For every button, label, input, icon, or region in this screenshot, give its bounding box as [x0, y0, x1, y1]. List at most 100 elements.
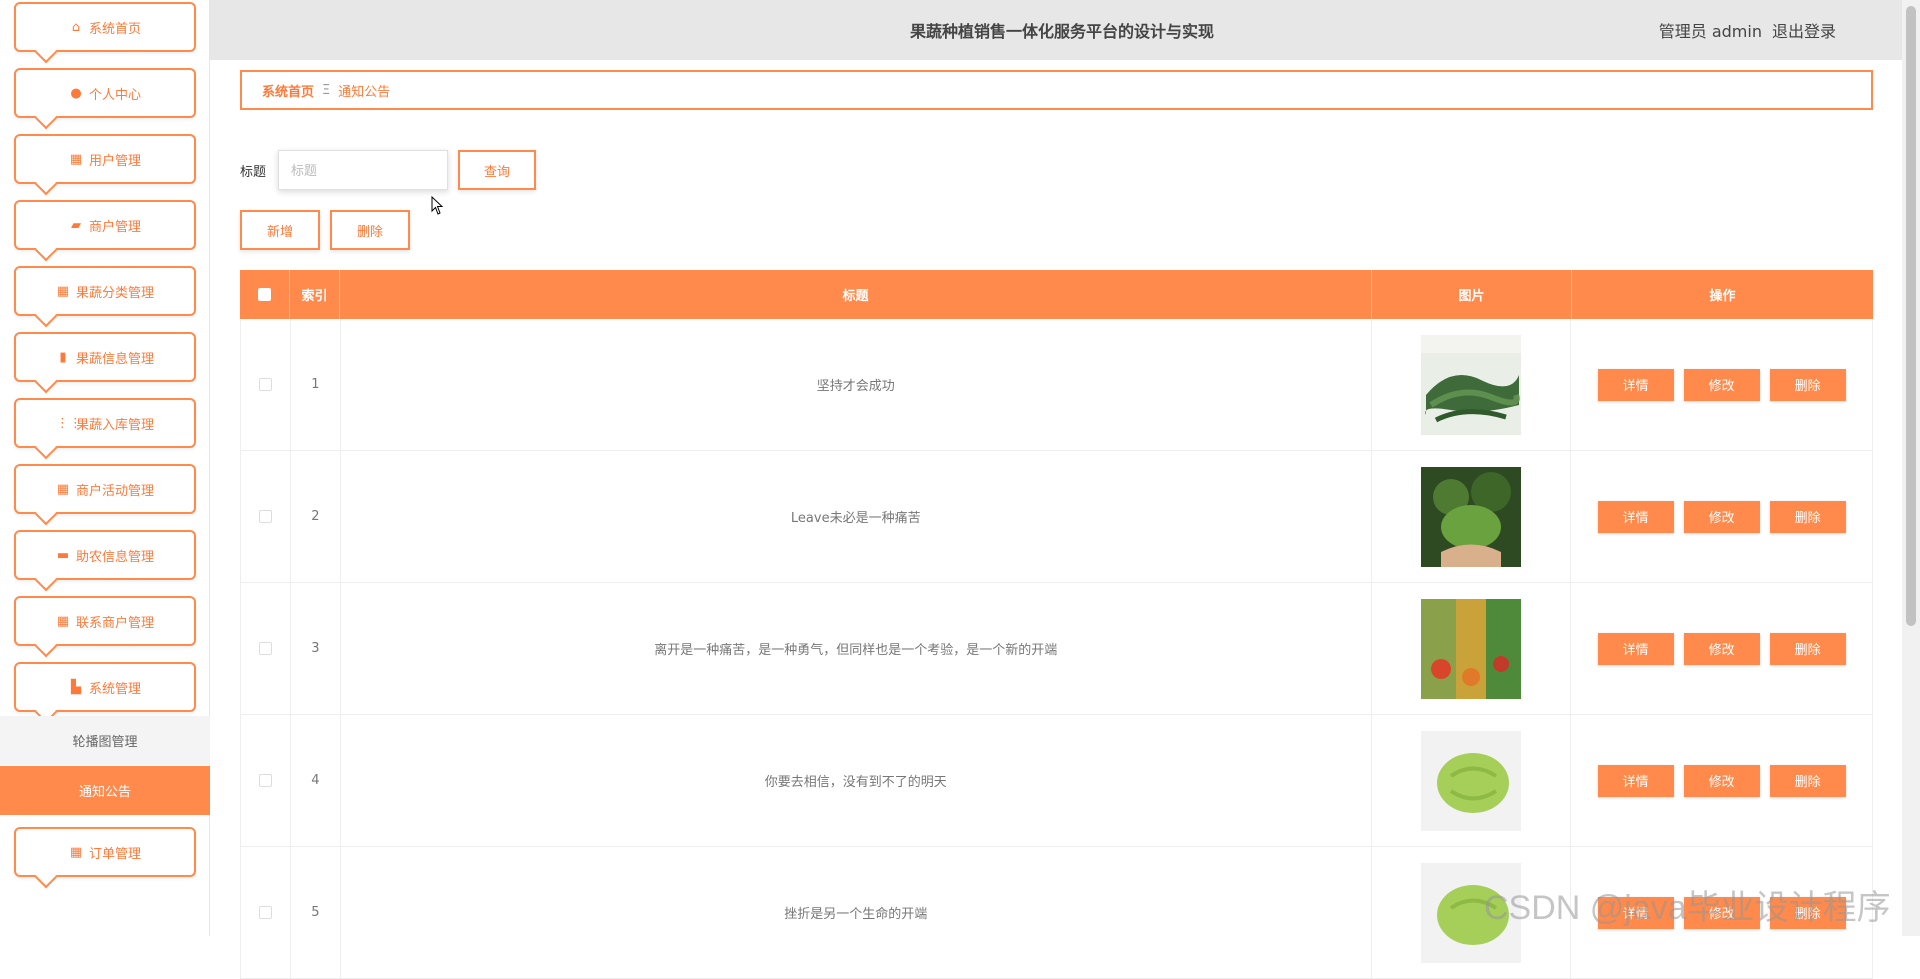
detail-button[interactable]: 详情	[1597, 764, 1674, 797]
row-title: 坚持才会成功	[341, 319, 1372, 450]
breadcrumb: 系统首页 Ξ 通知公告	[240, 70, 1873, 110]
row-title: 离开是一种痛苦，是一种勇气，但同样也是一个考验，是一个新的开端	[341, 583, 1372, 714]
cog-icon: ▙	[70, 679, 81, 695]
user-icon: ●	[70, 85, 82, 101]
menu-item-produce-info[interactable]: ▮ 果蔬信息管理	[14, 332, 196, 382]
table-row: 4 你要去相信，没有到不了的明天 详情 修改 删除	[240, 715, 1873, 847]
query-button[interactable]: 查询	[458, 150, 536, 190]
grid-icon: ▦	[69, 844, 83, 860]
table-row: 1 坚持才会成功 详情 修改 删除	[240, 319, 1873, 451]
menu-item-label: 商户管理	[88, 219, 141, 235]
breadcrumb-current: 通知公告	[338, 84, 391, 100]
row-checkbox[interactable]	[258, 642, 272, 655]
row-index: 1	[291, 319, 341, 450]
menu-item-categories[interactable]: ▦ 果蔬分类管理	[14, 266, 196, 316]
breadcrumb-home[interactable]: 系统首页	[262, 81, 314, 100]
sidebar-subitem-carousel[interactable]: 轮播图管理	[0, 716, 210, 765]
row-index: 2	[291, 451, 341, 582]
menu-item-activities[interactable]: ▦ 商户活动管理	[14, 464, 196, 514]
header-title: 标题	[340, 270, 1372, 319]
grid-icon: ▦	[56, 283, 70, 299]
detail-button[interactable]: 详情	[1597, 632, 1674, 665]
row-index: 3	[291, 583, 341, 714]
watermark: CSDN @java毕业设计程序	[1484, 889, 1891, 927]
delete-button[interactable]: 删除	[1769, 632, 1846, 665]
row-image	[1420, 466, 1521, 567]
table-row: 2 Leave未必是一种痛苦 详情 修改 删除	[240, 451, 1873, 583]
menu-item-system[interactable]: ▙ 系统管理	[14, 662, 196, 712]
menu-item-label: 助农信息管理	[75, 549, 154, 565]
menu-item-label: 商户活动管理	[75, 483, 154, 499]
table-row: 3 离开是一种痛苦，是一种勇气，但同样也是一个考验，是一个新的开端 详情 修改 …	[240, 583, 1873, 715]
detail-button[interactable]: 详情	[1597, 368, 1674, 401]
grid-icon: ▦	[69, 151, 83, 167]
header-image: 图片	[1372, 270, 1572, 319]
edit-button[interactable]: 修改	[1683, 632, 1760, 665]
grid-icon: ▦	[56, 481, 70, 497]
row-checkbox[interactable]	[258, 774, 272, 787]
header-select-all[interactable]	[240, 270, 290, 319]
detail-button[interactable]: 详情	[1597, 500, 1674, 533]
menu-item-farm-aid[interactable]: ▬ 助农信息管理	[14, 530, 196, 580]
menu-item-label: 用户管理	[88, 153, 141, 169]
row-title: Leave未必是一种痛苦	[341, 451, 1372, 582]
row-title: 挫折是另一个生命的开端	[341, 847, 1372, 978]
breadcrumb-separator: Ξ	[322, 82, 331, 98]
row-image	[1420, 598, 1521, 699]
bulk-delete-button[interactable]: 删除	[330, 210, 410, 250]
menu-item-merchants[interactable]: ▰ 商户管理	[14, 200, 196, 250]
header-index: 索引	[290, 270, 340, 319]
menu-item-label: 果蔬分类管理	[75, 285, 154, 301]
menu-item-label: 联系商户管理	[75, 615, 154, 631]
menu-item-orders[interactable]: ▦ 订单管理	[14, 827, 196, 877]
row-title: 你要去相信，没有到不了的明天	[341, 715, 1372, 846]
sidebar: ⌂ 系统首页 ● 个人中心 ▦ 用户管理 ▰ 商户管理 ▦ 果蔬分类管理 ▮ 果…	[0, 0, 210, 936]
delete-button[interactable]: 删除	[1769, 764, 1846, 797]
add-button[interactable]: 新增	[240, 210, 320, 250]
header-actions: 操作	[1709, 289, 1736, 304]
delete-button[interactable]: 删除	[1769, 368, 1846, 401]
menu-item-stock-in[interactable]: ⋮⋮ 果蔬入库管理	[14, 398, 196, 448]
row-index: 4	[291, 715, 341, 846]
row-checkbox[interactable]	[258, 510, 272, 523]
search-input[interactable]	[278, 150, 448, 190]
row-image	[1420, 334, 1521, 435]
app-title: 果蔬种植销售一体化服务平台的设计与实现	[910, 24, 1215, 41]
menu-item-label: 果蔬入库管理	[75, 417, 154, 433]
sidebar-subitem-label: 轮播图管理	[72, 735, 138, 750]
top-header: 果蔬种植销售一体化服务平台的设计与实现 管理员 admin 退出登录	[210, 0, 1902, 60]
menu-item-label: 订单管理	[88, 846, 141, 862]
menu-item-contact-merchants[interactable]: ▦ 联系商户管理	[14, 596, 196, 646]
clipboard-icon: ▮	[59, 349, 67, 365]
menu-item-users[interactable]: ▦ 用户管理	[14, 134, 196, 184]
home-icon: ⌂	[71, 19, 81, 35]
menu-item-label: 系统管理	[88, 681, 141, 697]
edit-button[interactable]: 修改	[1683, 764, 1760, 797]
briefcase-icon: ▰	[70, 217, 81, 233]
logout-link[interactable]: 退出登录	[1772, 18, 1836, 42]
edit-button[interactable]: 修改	[1683, 500, 1760, 533]
scrollbar-thumb[interactable]	[1906, 6, 1916, 626]
select-all-checkbox[interactable]	[258, 288, 271, 301]
apps-icon: ⋮⋮	[55, 415, 82, 431]
chat-icon: ▬	[56, 547, 70, 563]
user-area: 管理员 admin 退出登录	[1659, 18, 1836, 42]
page-scrollbar[interactable]	[1902, 0, 1920, 936]
sidebar-subitem-notices[interactable]: 通知公告	[0, 766, 210, 815]
menu-item-label: 系统首页	[88, 21, 141, 37]
edit-button[interactable]: 修改	[1683, 368, 1760, 401]
row-checkbox[interactable]	[258, 906, 272, 919]
row-image	[1420, 730, 1521, 831]
delete-button[interactable]: 删除	[1769, 500, 1846, 533]
menu-item-label: 果蔬信息管理	[75, 351, 154, 367]
grid-icon: ▦	[56, 613, 70, 629]
search-label: 标题	[240, 165, 267, 180]
menu-item-home[interactable]: ⌂ 系统首页	[14, 2, 196, 52]
menu-item-profile[interactable]: ● 个人中心	[14, 68, 196, 118]
menu-item-label: 个人中心	[88, 87, 141, 103]
row-checkbox[interactable]	[258, 378, 272, 391]
mouse-cursor-icon	[431, 196, 444, 215]
table-header: 索引 标题 图片 操作	[240, 270, 1873, 319]
sidebar-subitem-label: 通知公告	[78, 785, 131, 800]
username: 管理员 admin	[1658, 22, 1762, 41]
